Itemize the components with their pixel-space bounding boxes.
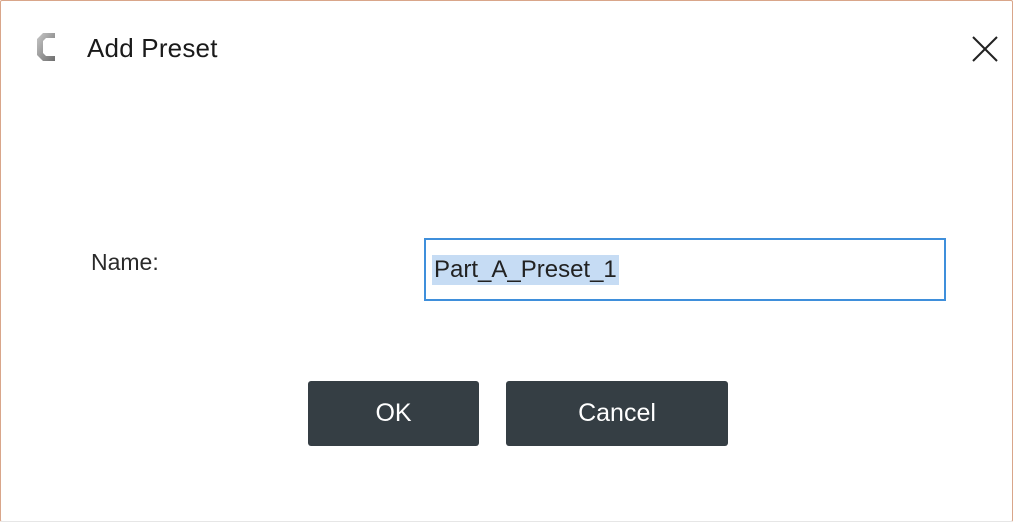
- name-input-value[interactable]: Part_A_Preset_1: [432, 255, 619, 285]
- add-preset-dialog: Add Preset Name: Part_A_Preset_1 OK Canc…: [0, 0, 1013, 522]
- name-label: Name:: [91, 249, 159, 275]
- app-logo-icon: [33, 32, 63, 62]
- close-icon[interactable]: [967, 31, 1003, 67]
- dialog-title: Add Preset: [87, 33, 218, 63]
- name-input[interactable]: Part_A_Preset_1: [424, 238, 946, 301]
- cancel-button[interactable]: Cancel: [506, 381, 728, 446]
- title-bar: Add Preset: [1, 1, 1012, 87]
- ok-button[interactable]: OK: [308, 381, 479, 446]
